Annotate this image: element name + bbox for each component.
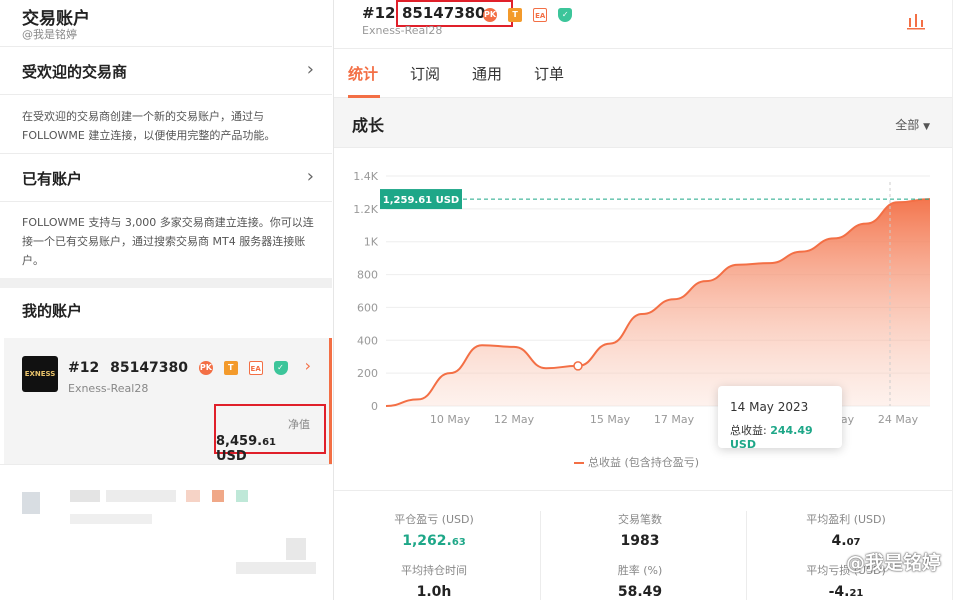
stat-label: 平仓盈亏 (USD) xyxy=(394,513,474,526)
header-server: Exness-Real28 xyxy=(362,24,443,37)
account-number: #12 xyxy=(68,360,100,376)
stat-label: 平均盈利 (USD) xyxy=(806,513,886,526)
legend-label: 总收益 (包含持仓盈亏) xyxy=(588,456,700,469)
tab-subscribe[interactable]: 订阅 xyxy=(410,63,440,84)
stat-item: 平均盈利 (USD) 4.07 xyxy=(746,511,946,549)
y-tick-label: 400 xyxy=(357,334,378,347)
chevron-right-icon: › xyxy=(304,356,311,375)
stat-label: 交易笔数 xyxy=(618,513,662,526)
account-id: 85147380 xyxy=(110,360,189,376)
chart-svg[interactable]: 0 200 400 600 800 1K 1.2K 1.4K 10 May 12 May 15 Ma… xyxy=(334,148,952,448)
current-value-label: 1,259.61 USD xyxy=(383,195,459,206)
y-tick-label: 600 xyxy=(357,301,378,314)
shield-check-icon: ✓ xyxy=(273,361,288,375)
fire-badge-icon: PK xyxy=(198,361,213,375)
growth-title: 成长 xyxy=(352,116,385,135)
stat-value: 58.49 xyxy=(617,584,663,600)
stats-panel: 平仓盈亏 (USD) 1,262.63 交易笔数 1983 平均盈利 (USD) 4.07… xyxy=(334,490,952,600)
stat-value: 1.0h xyxy=(416,584,452,600)
ea-badge-icon: EA xyxy=(248,361,263,375)
y-tick-label: 0 xyxy=(371,400,378,413)
x-tick-label: 17 May xyxy=(654,413,695,426)
stat-item: 平均持仓时间 1.0h xyxy=(334,562,534,600)
chart-tooltip: 14 May 2023 总收益: 244.49 USD xyxy=(718,386,842,451)
stat-label: 胜率 (%) xyxy=(617,564,663,577)
bar-chart-icon[interactable] xyxy=(906,12,926,34)
account-title: #12 85147380 PK T EA ✓ xyxy=(68,360,288,376)
existing-account-desc: FOLLOWME 支持与 3,000 多家交易商建立连接。你可以连接一个已有交易… xyxy=(22,216,314,267)
tab-stats[interactable]: 统计 xyxy=(348,63,378,84)
x-tick-label: 24 May xyxy=(878,413,919,426)
stat-item: 胜率 (%) 58.49 xyxy=(540,562,740,600)
existing-account-row[interactable]: 已有账户 › xyxy=(0,153,332,201)
header-badges: PK T EA ✓ xyxy=(477,4,573,23)
x-tick-label: 12 May xyxy=(494,413,535,426)
growth-header: 成长 全部 ▼ xyxy=(334,98,952,148)
tab-orders[interactable]: 订单 xyxy=(534,63,564,84)
range-filter[interactable]: 全部 ▼ xyxy=(895,116,930,133)
exness-logo: EXNESS xyxy=(22,356,58,392)
tooltip-date: 14 May 2023 xyxy=(730,400,809,414)
y-tick-label: 200 xyxy=(357,367,378,380)
net-value-highlight: 净值 8,459.61 USD xyxy=(214,404,326,464)
y-tick-label: 1.2K xyxy=(353,203,378,216)
existing-account-title: 已有账户 xyxy=(22,170,83,188)
hover-point xyxy=(573,361,583,371)
stat-item: 平仓盈亏 (USD) 1,262.63 xyxy=(334,511,534,549)
header-account-id: 85147380 xyxy=(402,4,486,22)
net-value: 8,459.61 USD xyxy=(216,434,276,464)
chevron-right-icon: › xyxy=(306,59,314,80)
popular-brokers-title: 受欢迎的交易商 xyxy=(22,63,128,81)
stat-label: 平均持仓时间 xyxy=(401,564,467,577)
header-account-number: #12 xyxy=(362,4,396,22)
y-tick-label: 1K xyxy=(364,236,379,249)
tooltip-row: 总收益: 244.49 USD xyxy=(730,424,813,451)
ea-badge-icon: EA xyxy=(533,7,548,22)
tab-general[interactable]: 通用 xyxy=(472,63,502,84)
right-panel: #12 85147380 PK T EA ✓ Exness-Real28 统计 … xyxy=(334,0,952,600)
chart-legend[interactable]: 总收益 (包含持仓盈亏) xyxy=(574,454,699,470)
t-badge-icon: T xyxy=(508,7,523,22)
stat-value: -4.21 xyxy=(828,584,864,600)
scrollbar[interactable] xyxy=(952,0,968,600)
growth-chart[interactable]: 0 200 400 600 800 1K 1.2K 1.4K 10 May 12 May 15 Ma… xyxy=(334,148,952,478)
stat-value: 1983 xyxy=(620,533,660,549)
t-badge-icon: T xyxy=(223,361,238,375)
stat-value: 1,262.63 xyxy=(402,533,466,549)
my-accounts-title: 我的账户 xyxy=(22,302,83,320)
x-tick-label: 15 May xyxy=(590,413,631,426)
series-area xyxy=(386,199,930,406)
account-server: Exness-Real28 xyxy=(68,382,149,395)
popular-brokers-desc: 在受欢迎的交易商创建一个新的交易账户，通过与 FOLLOWME 建立连接，以便使… xyxy=(22,110,276,142)
stat-item: 交易笔数 1983 xyxy=(540,511,740,549)
caret-down-icon: ▼ xyxy=(923,122,930,132)
fire-badge-icon: PK xyxy=(483,7,497,22)
user-handle: @我是铭婷 xyxy=(22,28,77,41)
stat-value: 4.07 xyxy=(831,533,861,549)
x-tick-label: 10 May xyxy=(430,413,471,426)
y-tick-label: 800 xyxy=(357,269,378,282)
left-panel: 交易账户 @我是铭婷 受欢迎的交易商 › 在受欢迎的交易商创建一个新的交易账户，… xyxy=(0,0,334,600)
shield-check-icon: ✓ xyxy=(558,7,573,22)
chevron-right-icon: › xyxy=(306,166,314,187)
y-tick-label: 1.4K xyxy=(353,170,378,183)
watermark: @我是铭婷 xyxy=(846,552,942,574)
net-value-label: 净值 xyxy=(288,418,310,431)
popular-brokers-row[interactable]: 受欢迎的交易商 › xyxy=(0,46,332,94)
tab-bar: 统计 订阅 通用 订单 xyxy=(334,48,952,98)
